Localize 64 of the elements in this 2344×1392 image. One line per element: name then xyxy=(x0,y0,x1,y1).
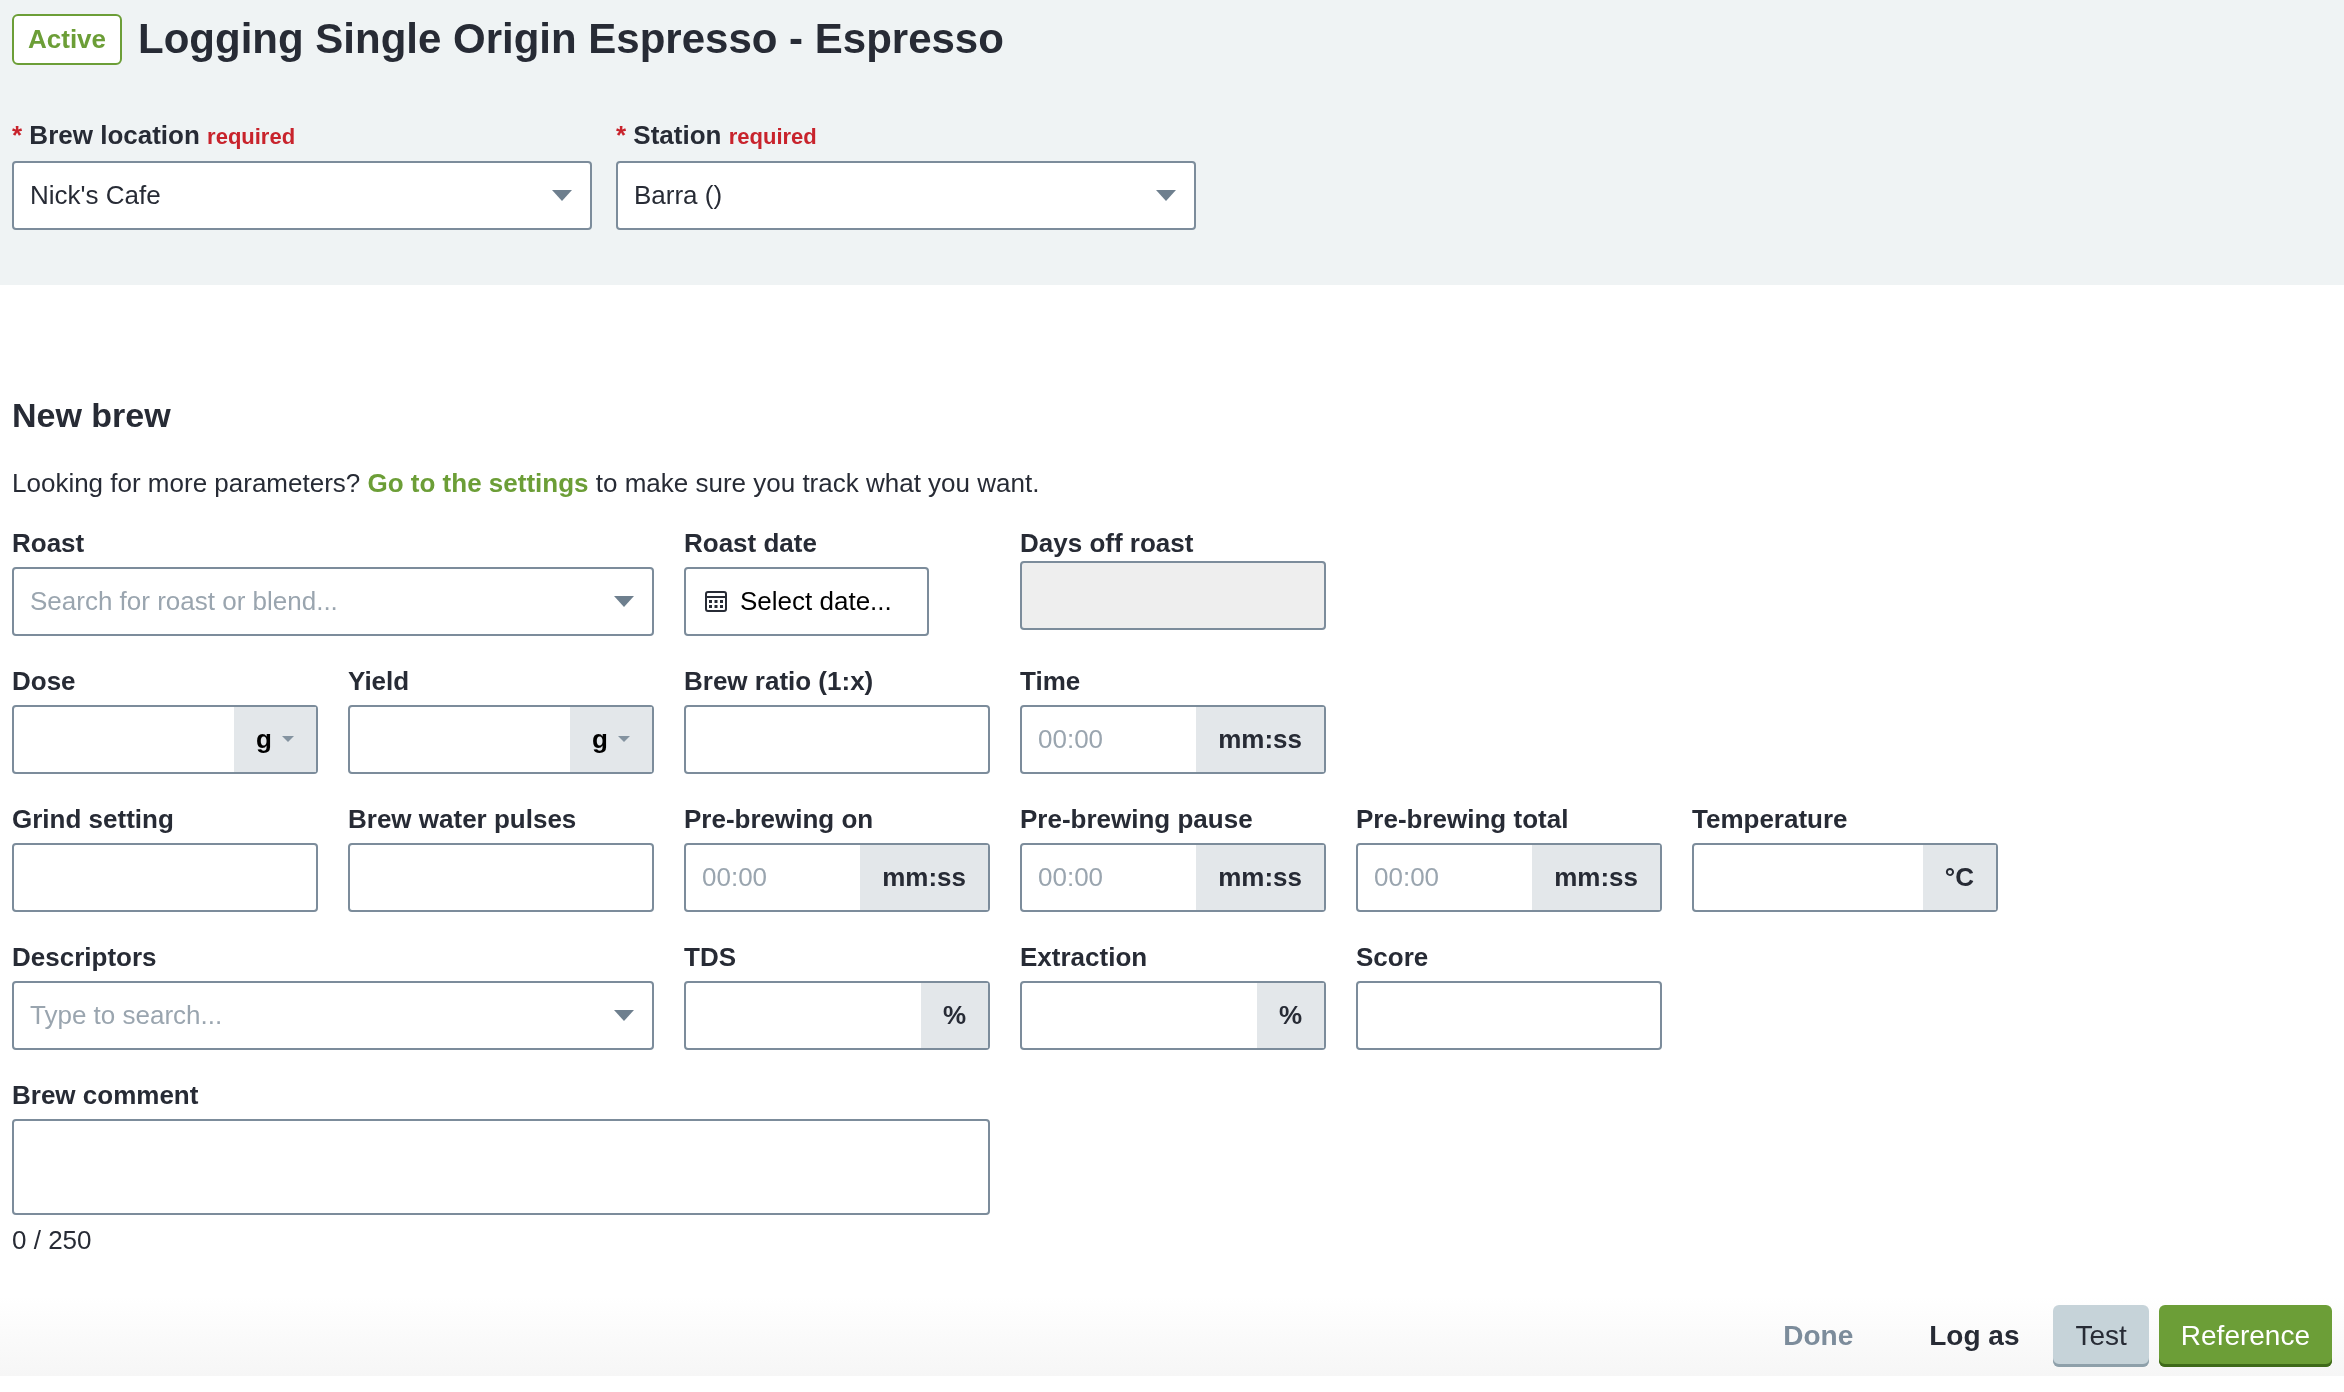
input-field[interactable]: 00:00 xyxy=(1358,844,1533,910)
unit-label: mm:ss xyxy=(1196,706,1324,772)
field-label: Time xyxy=(1020,664,1082,698)
input-group[interactable]: 00:00 mm:ss xyxy=(1020,842,1326,912)
input-group[interactable]: g xyxy=(348,704,654,774)
input-group[interactable]: 00:00 mm:ss xyxy=(1356,842,1662,912)
field-label: Pre-brewing total xyxy=(1356,802,1570,836)
input-field[interactable]: 00:00 xyxy=(1022,706,1197,772)
unit-dropdown[interactable]: g xyxy=(234,706,316,772)
field-label: Pre-brewing on xyxy=(684,802,875,836)
input-group[interactable]: g xyxy=(12,704,318,774)
field-label: Brew location xyxy=(29,120,200,150)
unit-dropdown[interactable]: g xyxy=(570,706,652,772)
caret-icon xyxy=(552,190,572,201)
log-button[interactable]: Test xyxy=(2053,1304,2149,1367)
select-field[interactable]: Nick's Cafe xyxy=(12,161,592,230)
character-counter: 0 / 250 xyxy=(12,1223,93,1257)
field-label: Dose xyxy=(12,664,77,698)
field-label: Station xyxy=(633,120,722,150)
required-label: required xyxy=(207,124,296,149)
field-label: Roast xyxy=(12,526,86,560)
unit-label: % xyxy=(1256,982,1324,1048)
required-asterisk: * xyxy=(616,120,627,150)
log-as-label: Log as xyxy=(1929,1318,2020,1353)
field-label: Brew water pulses xyxy=(348,802,578,836)
field-label: TDS xyxy=(684,940,737,974)
unit-label: mm:ss xyxy=(1532,844,1660,910)
field-label: Extraction xyxy=(1020,940,1149,974)
field-label: Pre-brewing pause xyxy=(1020,802,1254,836)
input-group[interactable]: 00:00 mm:ss xyxy=(684,842,990,912)
field-label: Grind setting xyxy=(12,802,175,836)
field-label: Brew comment xyxy=(12,1078,200,1112)
input-field[interactable]: 00:00 xyxy=(686,844,861,910)
required-asterisk: * xyxy=(12,120,23,150)
date-picker-button[interactable]: Select date... xyxy=(684,566,929,636)
caret-icon xyxy=(618,736,630,743)
comment-textarea[interactable] xyxy=(12,1118,990,1215)
field-label: Brew ratio (1:x) xyxy=(684,664,875,698)
unit-label: mm:ss xyxy=(860,844,988,910)
input-group[interactable]: % xyxy=(1020,980,1326,1050)
field-label: Roast date xyxy=(684,526,818,560)
unit-label: mm:ss xyxy=(1196,844,1324,910)
field-label: Temperature xyxy=(1692,802,1849,836)
field-label: Descriptors xyxy=(12,940,158,974)
input-group[interactable]: % xyxy=(684,980,990,1050)
unit-label: % xyxy=(920,982,988,1048)
required-label: required xyxy=(728,124,817,149)
field-label: Days off roast xyxy=(1020,526,1195,560)
page-title: Logging Single Origin Espresso - Espresso xyxy=(138,14,1004,65)
input-group[interactable]: 00:00 mm:ss xyxy=(1020,704,1326,774)
hint-text: Looking for more parameters? Go to the settings to make sure you track what you want. xyxy=(12,466,1041,500)
input-group[interactable]: °C xyxy=(1692,842,1998,912)
select-field[interactable]: Barra () xyxy=(616,161,1196,230)
unit-label: °C xyxy=(1922,844,1996,910)
field-label: Score xyxy=(1356,940,1430,974)
status-badge: Active xyxy=(12,14,123,65)
caret-icon xyxy=(614,595,634,607)
caret-icon xyxy=(614,1009,634,1021)
caret-icon xyxy=(282,736,294,743)
calendar-icon xyxy=(704,589,728,614)
section-title: New brew xyxy=(12,395,172,436)
input-field[interactable]: 00:00 xyxy=(1022,844,1197,910)
field-label: Yield xyxy=(348,664,411,698)
caret-icon xyxy=(1156,190,1176,201)
